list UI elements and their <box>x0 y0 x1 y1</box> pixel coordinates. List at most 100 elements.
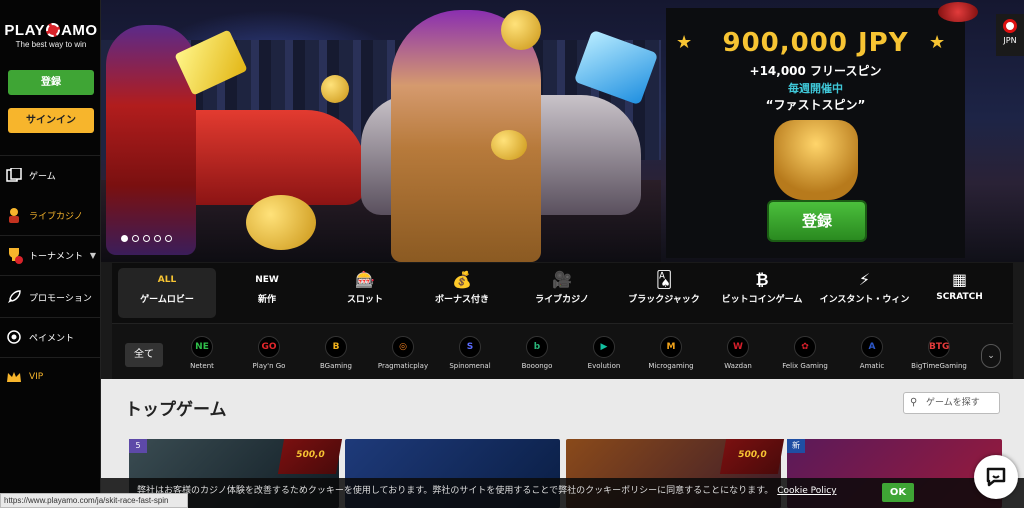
provider-item[interactable]: ◎ Pragmaticplay <box>368 336 438 370</box>
chevron-down-icon[interactable]: ▼ <box>90 251 96 260</box>
trophy-icon <box>5 246 23 264</box>
provider-logo-icon: S <box>459 336 481 358</box>
provider-item[interactable]: W Wazdan <box>703 336 773 370</box>
logo-text-right: AMO <box>61 22 98 39</box>
slot-machine-icon: 🎰 <box>355 270 375 289</box>
provider-item[interactable]: ✿ Felix Gaming <box>770 336 840 370</box>
coin-icon <box>246 195 316 250</box>
tab-bitcoin-games[interactable]: ₿ ビットコインゲーム <box>712 268 812 318</box>
new-icon: NEW <box>255 275 279 285</box>
carousel-dot[interactable] <box>165 235 172 242</box>
provider-item[interactable]: BTG BigTimeGaming <box>904 336 974 370</box>
dealer-icon <box>5 206 23 224</box>
provider-all-button[interactable]: 全て <box>125 343 163 367</box>
provider-label: Booongo <box>521 362 553 370</box>
promo-register-button[interactable]: 登録 <box>769 202 865 240</box>
tab-slots[interactable]: 🎰 スロット <box>320 268 410 318</box>
tab-label: ボーナス付き <box>434 295 489 305</box>
provider-logo-icon: B <box>325 336 347 358</box>
carousel-dot[interactable] <box>121 235 128 242</box>
provider-logo-icon: b <box>526 336 548 358</box>
tab-label: インスタント・ウィン <box>819 295 910 305</box>
sidebar-item-promotions[interactable]: プロモーション <box>0 277 100 317</box>
signin-button[interactable]: サインイン <box>8 108 94 133</box>
carousel-dots <box>121 235 172 242</box>
sidebar-item-label: ペイメント <box>29 333 75 344</box>
sidebar-item-label: プロモーション <box>29 293 92 304</box>
tab-game-lobby[interactable]: ALL ゲームロビー <box>118 268 216 318</box>
chevron-down-icon[interactable]: ⌄ <box>981 344 1001 368</box>
carousel-dot[interactable] <box>154 235 161 242</box>
provider-label: BigTimeGaming <box>911 362 967 370</box>
coin-icon <box>491 130 527 160</box>
playamo-logo[interactable]: PLAY AMO <box>4 22 98 39</box>
cookie-policy-link[interactable]: Cookie Policy <box>777 486 836 496</box>
poker-chip-icon <box>938 2 978 22</box>
jackpot-ribbon: 500,0 <box>719 439 785 474</box>
promo-amount: 900,000 JPY <box>722 28 909 58</box>
rocket-icon <box>5 288 23 306</box>
chat-button[interactable] <box>974 455 1018 499</box>
tab-label: SCRATCH <box>936 292 983 302</box>
provider-logo-icon: W <box>727 336 749 358</box>
category-bar: ALL ゲームロビー NEW 新作 🎰 スロット 💰 ボーナス付き 🎥 ライブカジノ 🂡 ブ… <box>112 263 1013 323</box>
sidebar-item-games[interactable]: ゲーム <box>0 155 100 195</box>
promo-name: “ファストスピン” <box>765 98 866 112</box>
carousel-dot[interactable] <box>143 235 150 242</box>
playing-card-icon: 🂡 <box>655 270 673 289</box>
carousel-dot[interactable] <box>132 235 139 242</box>
tab-label: ビットコインゲーム <box>721 295 803 305</box>
provider-item[interactable]: ▶ Evolution <box>569 336 639 370</box>
camera-icon: 🎥 <box>552 270 572 289</box>
provider-item[interactable]: B BGaming <box>301 336 371 370</box>
language-selector[interactable]: JPN <box>996 14 1024 56</box>
tab-label: スロット <box>346 295 383 305</box>
logo-tagline: The best way to win <box>15 40 87 49</box>
provider-bar: 全て NE Netent GO Play'n Go B BGaming ◎ Pragmatic… <box>112 323 1013 379</box>
provider-tag: 5 <box>129 439 147 453</box>
tab-scratch[interactable]: ▦ SCRATCH <box>922 268 997 318</box>
tab-new[interactable]: NEW 新作 <box>222 268 312 318</box>
provider-logo-icon: ✿ <box>794 336 816 358</box>
game-search-button[interactable]: ⚲ ゲームを探す <box>903 392 1000 414</box>
new-tag: 新 <box>787 439 805 453</box>
provider-logo-icon: NE <box>191 336 213 358</box>
sidebar-item-live-casino[interactable]: ライブカジノ <box>0 195 100 235</box>
provider-label: Play'n Go <box>252 362 286 370</box>
sidebar-item-label: ゲーム <box>29 171 56 182</box>
all-icon: ALL <box>157 275 177 285</box>
sidebar-item-label: VIP <box>29 372 44 382</box>
tab-instant-win[interactable]: ⚡ インスタント・ウィン <box>812 268 917 318</box>
money-bag-icon: 💰 <box>452 270 472 289</box>
tab-live-casino[interactable]: 🎥 ライブカジノ <box>512 268 612 318</box>
sidebar-item-tournament[interactable]: トーナメント ▼ <box>0 235 100 275</box>
sidebar-item-vip[interactable]: VIP <box>0 357 100 397</box>
provider-logo-icon: A <box>861 336 883 358</box>
casino-chip-icon <box>46 23 61 37</box>
tab-blackjack[interactable]: 🂡 ブラックジャック <box>614 268 714 318</box>
scratch-icon: ▦ <box>951 270 968 289</box>
provider-label: Amatic <box>859 362 885 370</box>
crown-icon <box>5 368 23 386</box>
payment-icon <box>5 328 23 346</box>
sidebar-item-label: ライブカジノ <box>29 211 83 222</box>
provider-item[interactable]: NE Netent <box>167 336 237 370</box>
register-button[interactable]: 登録 <box>8 70 94 95</box>
chat-icon <box>986 467 1006 487</box>
sidebar: PLAY AMO The best way to win 登録 サインイン ゲーム… <box>0 0 101 508</box>
jackpot-ribbon: 500,0 <box>277 439 343 474</box>
provider-item[interactable]: S Spinomenal <box>435 336 505 370</box>
provider-label: Pragmaticplay <box>377 362 429 370</box>
divider <box>0 275 100 276</box>
provider-item[interactable]: A Amatic <box>837 336 907 370</box>
promo-panel: ★ ★ 900,000 JPY +14,000 フリースピン 毎週開催中 “ファ… <box>666 8 965 258</box>
sidebar-item-payments[interactable]: ペイメント <box>0 317 100 357</box>
cookie-ok-button[interactable]: OK <box>882 483 914 502</box>
provider-item[interactable]: M Microgaming <box>636 336 706 370</box>
tab-bonus[interactable]: 💰 ボーナス付き <box>417 268 507 318</box>
provider-item[interactable]: GO Play'n Go <box>234 336 304 370</box>
provider-label: Microgaming <box>648 362 694 370</box>
provider-item[interactable]: b Booongo <box>502 336 572 370</box>
provider-label: Wazdan <box>724 362 752 370</box>
search-placeholder: ゲームを探す <box>926 398 980 408</box>
